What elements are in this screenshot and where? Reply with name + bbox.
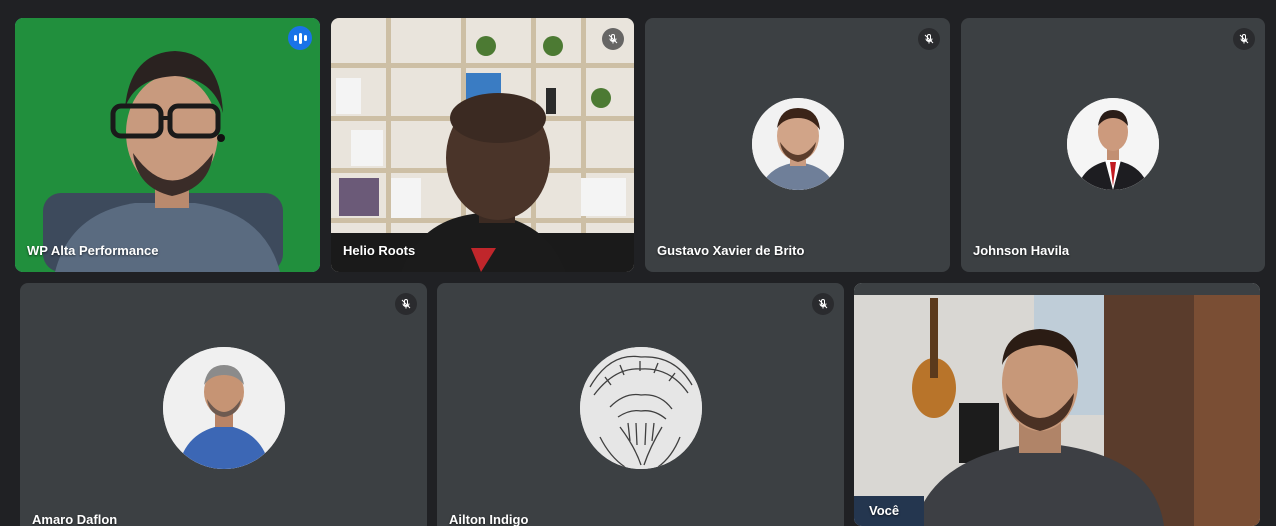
- self-video: [854, 283, 1260, 526]
- participant-tile-johnson-havila[interactable]: Johnson Havila: [961, 18, 1265, 272]
- participant-name: Helio Roots: [343, 243, 416, 258]
- participant-name: Johnson Havila: [973, 243, 1070, 258]
- participant-video: [15, 18, 320, 272]
- participant-tile-helio-roots[interactable]: Helio Roots: [331, 18, 634, 272]
- participant-tile-gustavo-xavier-de-brito[interactable]: Gustavo Xavier de Brito: [645, 18, 950, 272]
- participant-tile-ailton-indigo[interactable]: Ailton Indigo: [437, 283, 844, 526]
- avatar: [752, 98, 844, 190]
- participant-name: WP Alta Performance: [27, 243, 159, 258]
- avatar: [163, 347, 285, 469]
- participant-tile-amaro-daflon[interactable]: Amaro Daflon: [20, 283, 427, 526]
- mic-off-icon: [1233, 28, 1255, 50]
- mic-off-icon: [918, 28, 940, 50]
- participant-name: Você: [869, 503, 900, 518]
- avatar: [580, 347, 702, 469]
- participant-name: Ailton Indigo: [449, 512, 529, 526]
- participant-tile-wp-alta-performance[interactable]: WP Alta Performance: [15, 18, 320, 272]
- audio-level-icon: [288, 26, 312, 50]
- participant-name: Amaro Daflon: [32, 512, 118, 526]
- mic-off-icon: [812, 293, 834, 315]
- participant-name: Gustavo Xavier de Brito: [657, 243, 805, 258]
- participant-tile-self[interactable]: Você: [854, 283, 1260, 526]
- mic-off-icon: [602, 28, 624, 50]
- participant-video: [331, 18, 634, 272]
- avatar: [1067, 98, 1159, 190]
- meeting-grid: WP Alta Performance Helio Roots Gustavo …: [0, 0, 1276, 526]
- mic-off-icon: [395, 293, 417, 315]
